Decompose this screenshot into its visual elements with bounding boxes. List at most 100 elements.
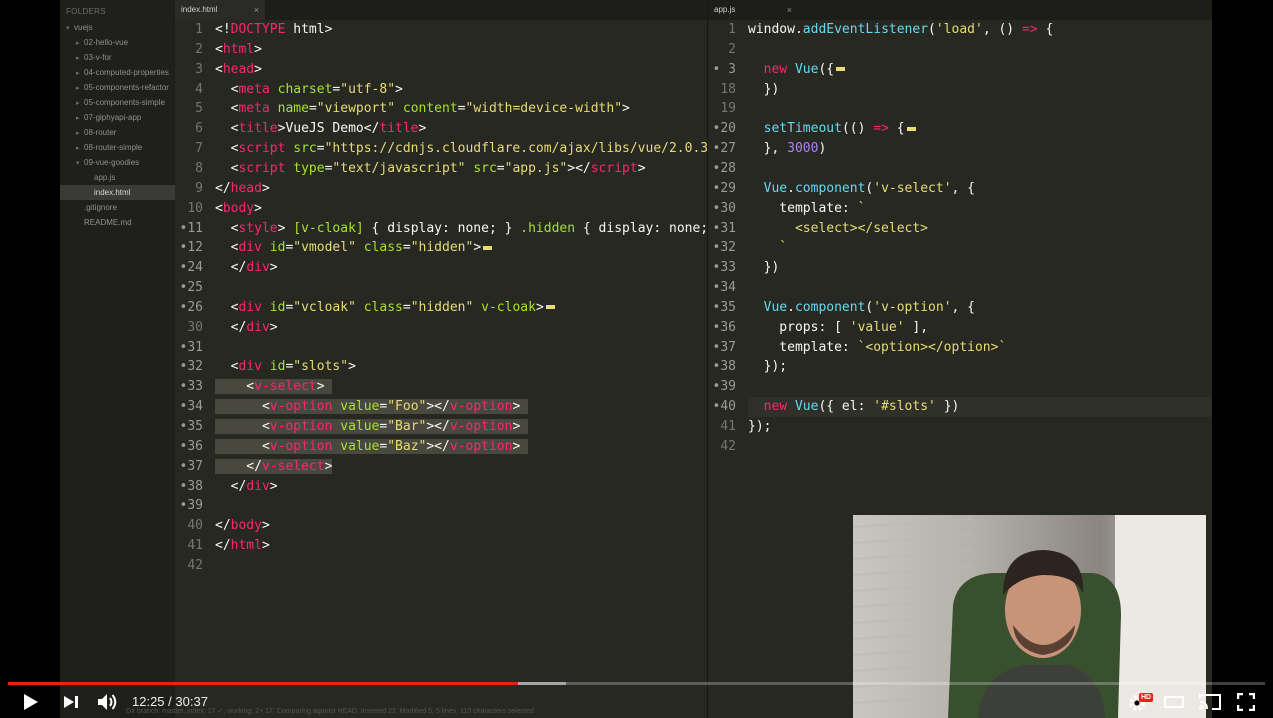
chevron-down-icon: ▾ bbox=[76, 160, 80, 167]
tab-label: index.html bbox=[181, 5, 218, 14]
code-line: 30 </div> bbox=[175, 318, 278, 338]
code-text: template: ` bbox=[748, 200, 866, 216]
theater-mode-button[interactable] bbox=[1160, 686, 1188, 718]
play-icon bbox=[24, 694, 38, 710]
line-number: 1 bbox=[195, 22, 203, 37]
line-number: •35 bbox=[179, 419, 203, 434]
time-current: 12:25 bbox=[132, 694, 165, 709]
code-text: </div> bbox=[215, 478, 278, 494]
fullscreen-icon bbox=[1237, 693, 1255, 711]
code-text: Vue.component('v-option', { bbox=[763, 299, 976, 315]
chevron-right-icon: ▸ bbox=[76, 115, 80, 122]
line-number: •35 bbox=[712, 299, 736, 315]
code-text: props: [ 'value' ], bbox=[748, 319, 929, 335]
code-line: 5 <meta name="viewport" content="width=d… bbox=[175, 99, 630, 119]
sidebar-item: index.html bbox=[60, 185, 175, 200]
chevron-right-icon: ▸ bbox=[76, 100, 80, 107]
code-text: <v-option value="Baz"></v-option> bbox=[215, 438, 529, 454]
video-player[interactable]: FOLDERS ▾ vuejs ▸ 02-hello-vue ▸ 03-v-for ▸ 04-… bbox=[0, 0, 1273, 718]
code-line: •32 ` bbox=[708, 238, 788, 258]
line-number: •25 bbox=[179, 280, 203, 296]
line-number: 42 bbox=[187, 557, 203, 573]
line-number: •28 bbox=[712, 160, 736, 176]
code-line: •33 }) bbox=[708, 258, 780, 278]
code-line: 19 bbox=[708, 99, 748, 119]
line-number: 18 bbox=[720, 81, 736, 97]
tab-label: app.js bbox=[714, 5, 736, 14]
code-line: •39 bbox=[708, 377, 748, 397]
code-text: <div id="vmodel" class="hidden"> bbox=[215, 240, 493, 255]
folder-tree: ▾ vuejs ▸ 02-hello-vue ▸ 03-v-for ▸ 04-computed… bbox=[60, 20, 175, 230]
sidebar-item: ▸ 03-v-for bbox=[60, 50, 175, 65]
code-text: </body> bbox=[215, 518, 270, 534]
code-line: •33 <v-select> bbox=[175, 377, 333, 397]
line-number: •12 bbox=[179, 240, 203, 256]
chevron-right-icon: ▸ bbox=[76, 70, 80, 77]
line-number: •37 bbox=[712, 339, 736, 355]
code-text: <head> bbox=[215, 61, 262, 77]
code-line: •25 bbox=[175, 278, 215, 298]
code-line: •34 bbox=[708, 278, 748, 298]
line-number: •36 bbox=[712, 319, 736, 335]
code-line: •35 <v-option value="Bar"></v-option> bbox=[175, 417, 529, 437]
line-number: •11 bbox=[179, 220, 203, 236]
code-text: <title>VueJS Demo</title> bbox=[215, 121, 427, 137]
code-line: •38 </div> bbox=[175, 477, 278, 497]
sidebar-item-label: 05-components-simple bbox=[84, 98, 165, 107]
line-number: •27 bbox=[712, 141, 736, 157]
line-number: 10 bbox=[187, 200, 203, 216]
code-text: Vue.component('v-select', { bbox=[763, 180, 976, 196]
chevron-right-icon: ▸ bbox=[76, 40, 80, 47]
code-line: 4 <meta charset="utf-8"> bbox=[175, 80, 403, 100]
line-number: • 3 bbox=[712, 61, 736, 77]
line-number: 41 bbox=[187, 538, 203, 554]
code-line: 2 bbox=[708, 40, 748, 60]
line-number: •31 bbox=[712, 220, 736, 236]
line-number: •32 bbox=[179, 359, 203, 375]
code-line: •36 <v-option value="Baz"></v-option> bbox=[175, 437, 529, 457]
sidebar-item: ▸ 04-computed-properties bbox=[60, 65, 175, 80]
code-text: <body> bbox=[215, 200, 262, 216]
line-number: •39 bbox=[712, 379, 736, 395]
code-text: </head> bbox=[215, 180, 270, 196]
code-line: 6 <title>VueJS Demo</title> bbox=[175, 119, 426, 139]
sidebar-item-label: 02-hello-vue bbox=[84, 38, 129, 47]
code-text: </div> bbox=[215, 319, 278, 335]
code-line: 3 <head> bbox=[175, 60, 262, 80]
line-number: •36 bbox=[179, 438, 203, 454]
fullscreen-button[interactable] bbox=[1232, 686, 1260, 718]
code-text: <html> bbox=[215, 41, 262, 57]
sidebar-item-label: vuejs bbox=[74, 23, 93, 32]
time-total: 30:37 bbox=[175, 694, 208, 709]
sidebar-item: ▸ 08-router bbox=[60, 125, 175, 140]
hd-badge: HD bbox=[1139, 693, 1154, 702]
cast-button[interactable] bbox=[1196, 686, 1224, 718]
code-text: <v-option value="Foo"></v-option> bbox=[215, 399, 529, 415]
sidebar-item-label: 08-router bbox=[84, 128, 117, 137]
line-number: 41 bbox=[720, 419, 736, 434]
line-number: •30 bbox=[712, 200, 736, 216]
code-text: }) bbox=[748, 81, 780, 97]
code-line: •12 <div id="vmodel" class="hidden"> bbox=[175, 238, 493, 258]
volume-button[interactable] bbox=[94, 686, 122, 718]
sidebar-item: README.md bbox=[60, 215, 175, 230]
line-number: •33 bbox=[712, 260, 736, 276]
sidebar-item-label: index.html bbox=[94, 188, 131, 197]
code-line: •37 </v-select> bbox=[175, 457, 333, 477]
play-button[interactable] bbox=[16, 686, 46, 718]
tab-index-html: index.html × bbox=[175, 0, 265, 20]
settings-button[interactable]: HD bbox=[1124, 686, 1154, 718]
line-number: •31 bbox=[179, 339, 203, 355]
time-display: 12:25 / 30:37 bbox=[132, 686, 208, 718]
next-icon bbox=[64, 696, 78, 708]
progress-bar[interactable] bbox=[8, 682, 1265, 685]
code-line: 9 </head> bbox=[175, 179, 270, 199]
right-tabbar: app.js × bbox=[708, 0, 1212, 20]
next-button[interactable] bbox=[58, 686, 84, 718]
code-text: </v-select> bbox=[215, 458, 333, 474]
sidebar-item: app.js bbox=[60, 170, 175, 185]
line-number: 2 bbox=[195, 41, 203, 57]
theater-mode-icon bbox=[1164, 696, 1184, 708]
code-text: <select></select> bbox=[748, 220, 929, 236]
code-text: setTimeout(() => { bbox=[748, 121, 916, 136]
